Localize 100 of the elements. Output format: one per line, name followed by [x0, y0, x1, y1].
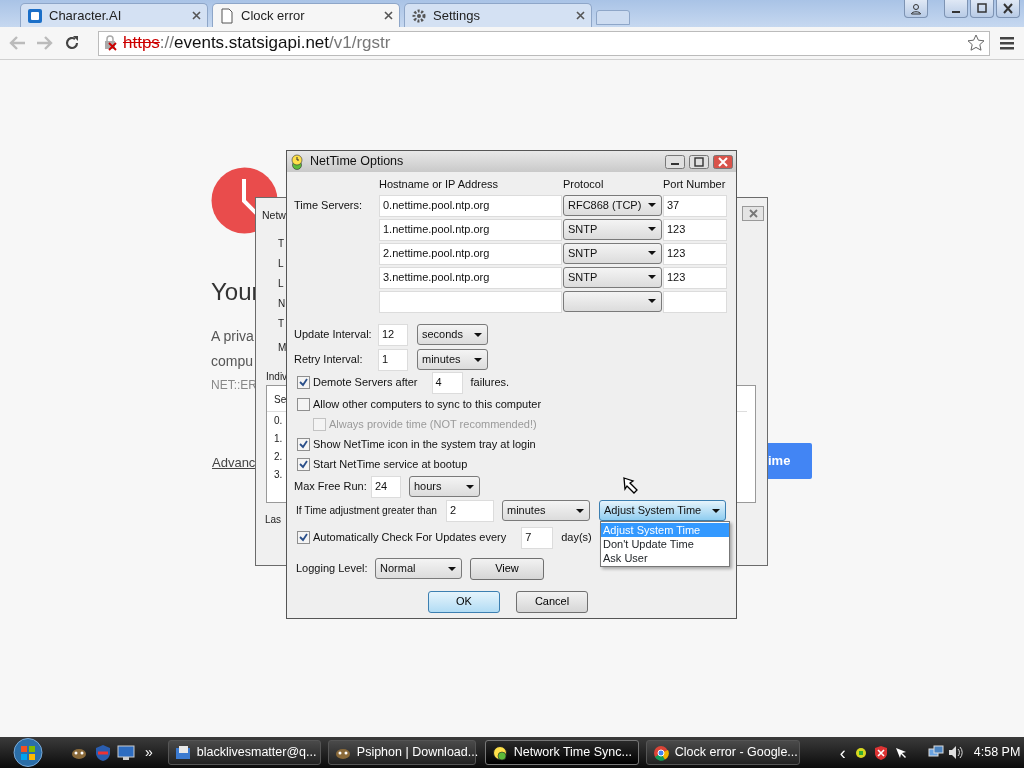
monitor-icon[interactable] [117, 744, 135, 761]
check-icon [299, 440, 308, 449]
action-dropdown[interactable]: Adjust System Time [599, 500, 726, 521]
checkbox[interactable] [297, 531, 310, 544]
close-button[interactable] [713, 154, 733, 169]
caret-icon [473, 331, 483, 338]
protocol-dropdown[interactable]: RFC868 (TCP) [563, 194, 662, 216]
checkbox[interactable] [297, 398, 310, 411]
cancel-button[interactable]: Cancel [516, 590, 588, 613]
taskbar-button[interactable]: Network Time Sync... [484, 740, 639, 765]
advanced-link[interactable]: Advanc [212, 453, 256, 473]
check-icon [299, 460, 308, 469]
window-title: Netw [262, 208, 286, 223]
insecure-lock-icon[interactable] [103, 35, 119, 51]
close-icon[interactable] [576, 11, 585, 20]
checkbox-label: Show NetTime icon in the system tray at login [313, 437, 536, 453]
close-icon[interactable] [1002, 2, 1014, 15]
unit-dropdown[interactable]: hours [409, 476, 480, 497]
taskbar-button[interactable]: blacklivesmatter@q... [167, 740, 321, 765]
app-icon [174, 744, 191, 761]
number-field[interactable]: 7 [521, 526, 554, 549]
user-icon[interactable] [910, 2, 922, 15]
hostname-field[interactable]: 1.nettime.pool.ntp.org [379, 218, 562, 241]
section-label: Indiv [266, 370, 288, 384]
field-label: Update Interval: [294, 327, 373, 343]
port-field[interactable]: 123 [663, 218, 727, 241]
number-field[interactable]: 2 [446, 499, 494, 522]
clock-text[interactable]: 4:58 PM [973, 743, 1021, 762]
checkbox[interactable] [297, 376, 310, 389]
caret-icon [473, 356, 483, 363]
maximize-icon[interactable] [976, 2, 988, 15]
close-button[interactable] [742, 206, 764, 221]
number-field[interactable]: 24 [371, 475, 401, 498]
column-header: Port Number [663, 177, 727, 192]
maximize-button[interactable] [689, 154, 709, 169]
level-dropdown[interactable]: Normal [375, 558, 462, 579]
pointer-icon[interactable] [893, 745, 908, 760]
taskbar-button[interactable]: Clock error - Google... [645, 740, 800, 765]
label-text: L [278, 277, 285, 287]
unit-dropdown[interactable]: minutes [417, 349, 488, 370]
clock-icon [491, 744, 508, 761]
more-button[interactable]: » [145, 742, 153, 763]
reload-icon[interactable] [64, 35, 80, 51]
protocol-dropdown[interactable]: SNTP [563, 218, 662, 240]
label-text: T [278, 317, 286, 327]
circle-icon [652, 744, 669, 761]
menu-icon[interactable] [1000, 36, 1014, 50]
caret-icon [647, 298, 657, 304]
browser-tab[interactable]: Character.AI [20, 3, 208, 27]
gear-icon [411, 7, 427, 24]
clock-icon [290, 153, 306, 170]
caret-icon [711, 507, 721, 514]
window-title: NetTime Options [310, 153, 405, 171]
tray-expand-button[interactable]: ‹ [839, 743, 846, 762]
ok-button[interactable]: OK [428, 590, 500, 613]
minimize-button[interactable] [665, 154, 685, 169]
view-button[interactable]: View [470, 557, 544, 580]
port-field[interactable]: 123 [663, 242, 727, 265]
star-icon[interactable] [967, 34, 985, 52]
number-field[interactable]: 1 [378, 348, 408, 371]
hostname-field[interactable]: 2.nettime.pool.ntp.org [379, 242, 562, 265]
port-field[interactable]: 37 [663, 194, 727, 217]
close-icon[interactable] [192, 11, 201, 20]
field-label: Max Free Run: [294, 479, 368, 495]
unit-dropdown[interactable]: minutes [502, 500, 590, 521]
hostname-field[interactable]: 0.nettime.pool.ntp.org [379, 194, 562, 217]
caret-icon [575, 507, 585, 514]
field-label: Logging Level: [295, 561, 369, 577]
port-field[interactable] [663, 290, 727, 313]
close-icon[interactable] [384, 11, 393, 20]
checkbox[interactable] [297, 438, 310, 451]
hostname-field[interactable]: 3.nettime.pool.ntp.org [379, 266, 562, 289]
browser-tab[interactable]: Clock error [212, 3, 400, 27]
close-icon [748, 209, 758, 218]
speaker-icon[interactable] [947, 745, 964, 760]
column-header: Protocol [563, 177, 605, 192]
label-text: N [278, 297, 287, 307]
port-field[interactable]: 123 [663, 266, 727, 289]
protocol-dropdown[interactable]: SNTP [563, 266, 662, 288]
caret-icon [647, 226, 657, 232]
field-label: If Time adjustment greater than [295, 503, 438, 518]
status-text: Las [265, 513, 282, 527]
suffix-label: day(s) [561, 530, 592, 546]
primary-button[interactable]: ime [768, 443, 812, 479]
hostname-field[interactable] [379, 290, 562, 313]
number-field[interactable]: 4 [431, 371, 463, 394]
browser-tab[interactable]: Settings [404, 3, 592, 27]
menu-option[interactable]: Ask User [601, 551, 729, 565]
checkbox-label: Automatically Check For Updates every [313, 530, 507, 546]
protocol-dropdown[interactable] [563, 290, 662, 312]
checkbox-label: Start NetTime service at bootup [313, 457, 468, 473]
number-field[interactable]: 12 [378, 323, 408, 346]
shield-icon[interactable] [873, 744, 888, 761]
menu-option[interactable]: Don't Update Time [601, 537, 729, 551]
label-text: M [278, 341, 287, 351]
protocol-dropdown[interactable]: SNTP [563, 242, 662, 264]
checkbox[interactable] [297, 458, 310, 471]
unit-dropdown[interactable]: seconds [417, 324, 488, 345]
network-icon[interactable] [927, 745, 944, 760]
taskbar-button[interactable]: Psiphon | Download... [327, 740, 476, 765]
